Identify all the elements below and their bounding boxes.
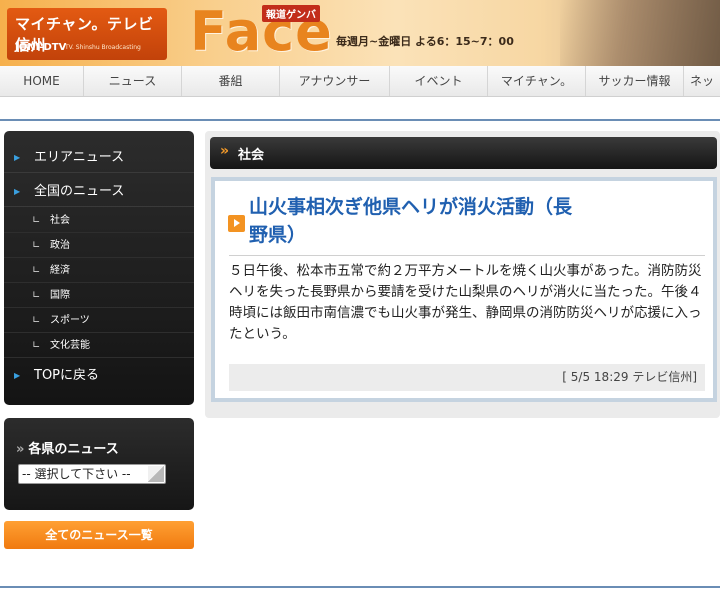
corner-icon: ∟ <box>32 340 41 351</box>
station-logo[interactable]: マイチャン。テレビ信州 JONI-DTV TV. Shinshu Broadca… <box>7 8 167 60</box>
station-code: JONI-DTV <box>15 42 67 53</box>
nav-home[interactable]: HOME <box>0 66 84 96</box>
sidebar-item-culture[interactable]: ∟ 文化芸能 <box>4 333 194 358</box>
sidebar-item-sports[interactable]: ∟ スポーツ <box>4 308 194 333</box>
triangle-right-icon: ▶ <box>14 153 21 162</box>
sidebar-item-international[interactable]: ∟ 国際 <box>4 283 194 308</box>
corner-icon: ∟ <box>32 290 41 301</box>
article-dateline: [ 5/5 18:29 テレビ信州] <box>229 364 705 391</box>
sidebar-item-area-news[interactable]: ▶ エリアニュース <box>4 143 194 173</box>
double-chevron-icon: » <box>16 442 25 457</box>
prefecture-news-title: » 各県のニュース <box>16 442 119 457</box>
sidebar-item-national-news[interactable]: ▶ 全国のニュース <box>4 177 194 207</box>
article-body: ５日午後、松本市五常で約２万平方メートルを焼く山火事があった。消防防災ヘリを失っ… <box>229 263 702 342</box>
program-schedule: 毎週月~金曜日 よる6：15~7：00 <box>336 35 514 48</box>
sidebar-item-economy[interactable]: ∟ 経済 <box>4 258 194 283</box>
corner-icon: ∟ <box>32 240 41 251</box>
main-nav: HOME ニュース 番組 アナウンサー イベント マイチャン。 サッカー情報 ネ… <box>0 66 720 97</box>
dropdown-arrow-icon <box>148 466 164 482</box>
sidebar-item-society[interactable]: ∟ 社会 <box>4 208 194 233</box>
sidebar-item-politics[interactable]: ∟ 政治 <box>4 233 194 258</box>
all-news-button[interactable]: 全てのニュース一覧 <box>4 521 194 549</box>
news-category-menu: ▶ エリアニュース ▶ 全国のニュース ∟ 社会 ∟ 政治 ∟ 経済 ∟ 国際 … <box>4 131 194 405</box>
section-header: » 社会 <box>210 137 717 169</box>
header-divider <box>0 119 720 121</box>
play-icon[interactable] <box>228 215 245 232</box>
triangle-right-icon: ▶ <box>14 371 21 380</box>
nav-soccer[interactable]: サッカー情報 <box>586 66 684 96</box>
nav-programs[interactable]: 番組 <box>182 66 280 96</box>
nav-net[interactable]: ネッ <box>684 66 720 96</box>
prefecture-select[interactable]: -- 選択して下さい -- <box>18 464 166 484</box>
article-headline: 山火事相次ぎ他県ヘリが消火活動（長野県） <box>249 196 573 246</box>
sidebar-item-top[interactable]: ▶ TOPに戻る <box>4 361 194 391</box>
corner-icon: ∟ <box>32 215 41 226</box>
footer-divider <box>0 586 720 588</box>
nav-mychan[interactable]: マイチャン。 <box>488 66 586 96</box>
nav-news[interactable]: ニュース <box>84 66 182 96</box>
section-title: 社会 <box>238 148 265 163</box>
double-chevron-icon: » <box>220 143 230 159</box>
prefecture-news-panel: » 各県のニュース -- 選択して下さい -- <box>4 418 194 510</box>
triangle-right-icon: ▶ <box>14 187 21 196</box>
nav-announcers[interactable]: アナウンサー <box>280 66 390 96</box>
banner-photo <box>560 0 720 66</box>
corner-icon: ∟ <box>32 265 41 276</box>
corner-icon: ∟ <box>32 315 41 326</box>
station-en-name: TV. Shinshu Broadcasting <box>65 44 141 51</box>
news-article: 山火事相次ぎ他県ヘリが消火活動（長野県） ５日午後、松本市五常で約２万平方メート… <box>211 177 717 402</box>
nav-events[interactable]: イベント <box>390 66 488 96</box>
program-badge: 報道ゲンバ <box>262 5 320 22</box>
headline-divider <box>229 255 705 256</box>
site-banner: マイチャン。テレビ信州 JONI-DTV TV. Shinshu Broadca… <box>0 0 720 66</box>
